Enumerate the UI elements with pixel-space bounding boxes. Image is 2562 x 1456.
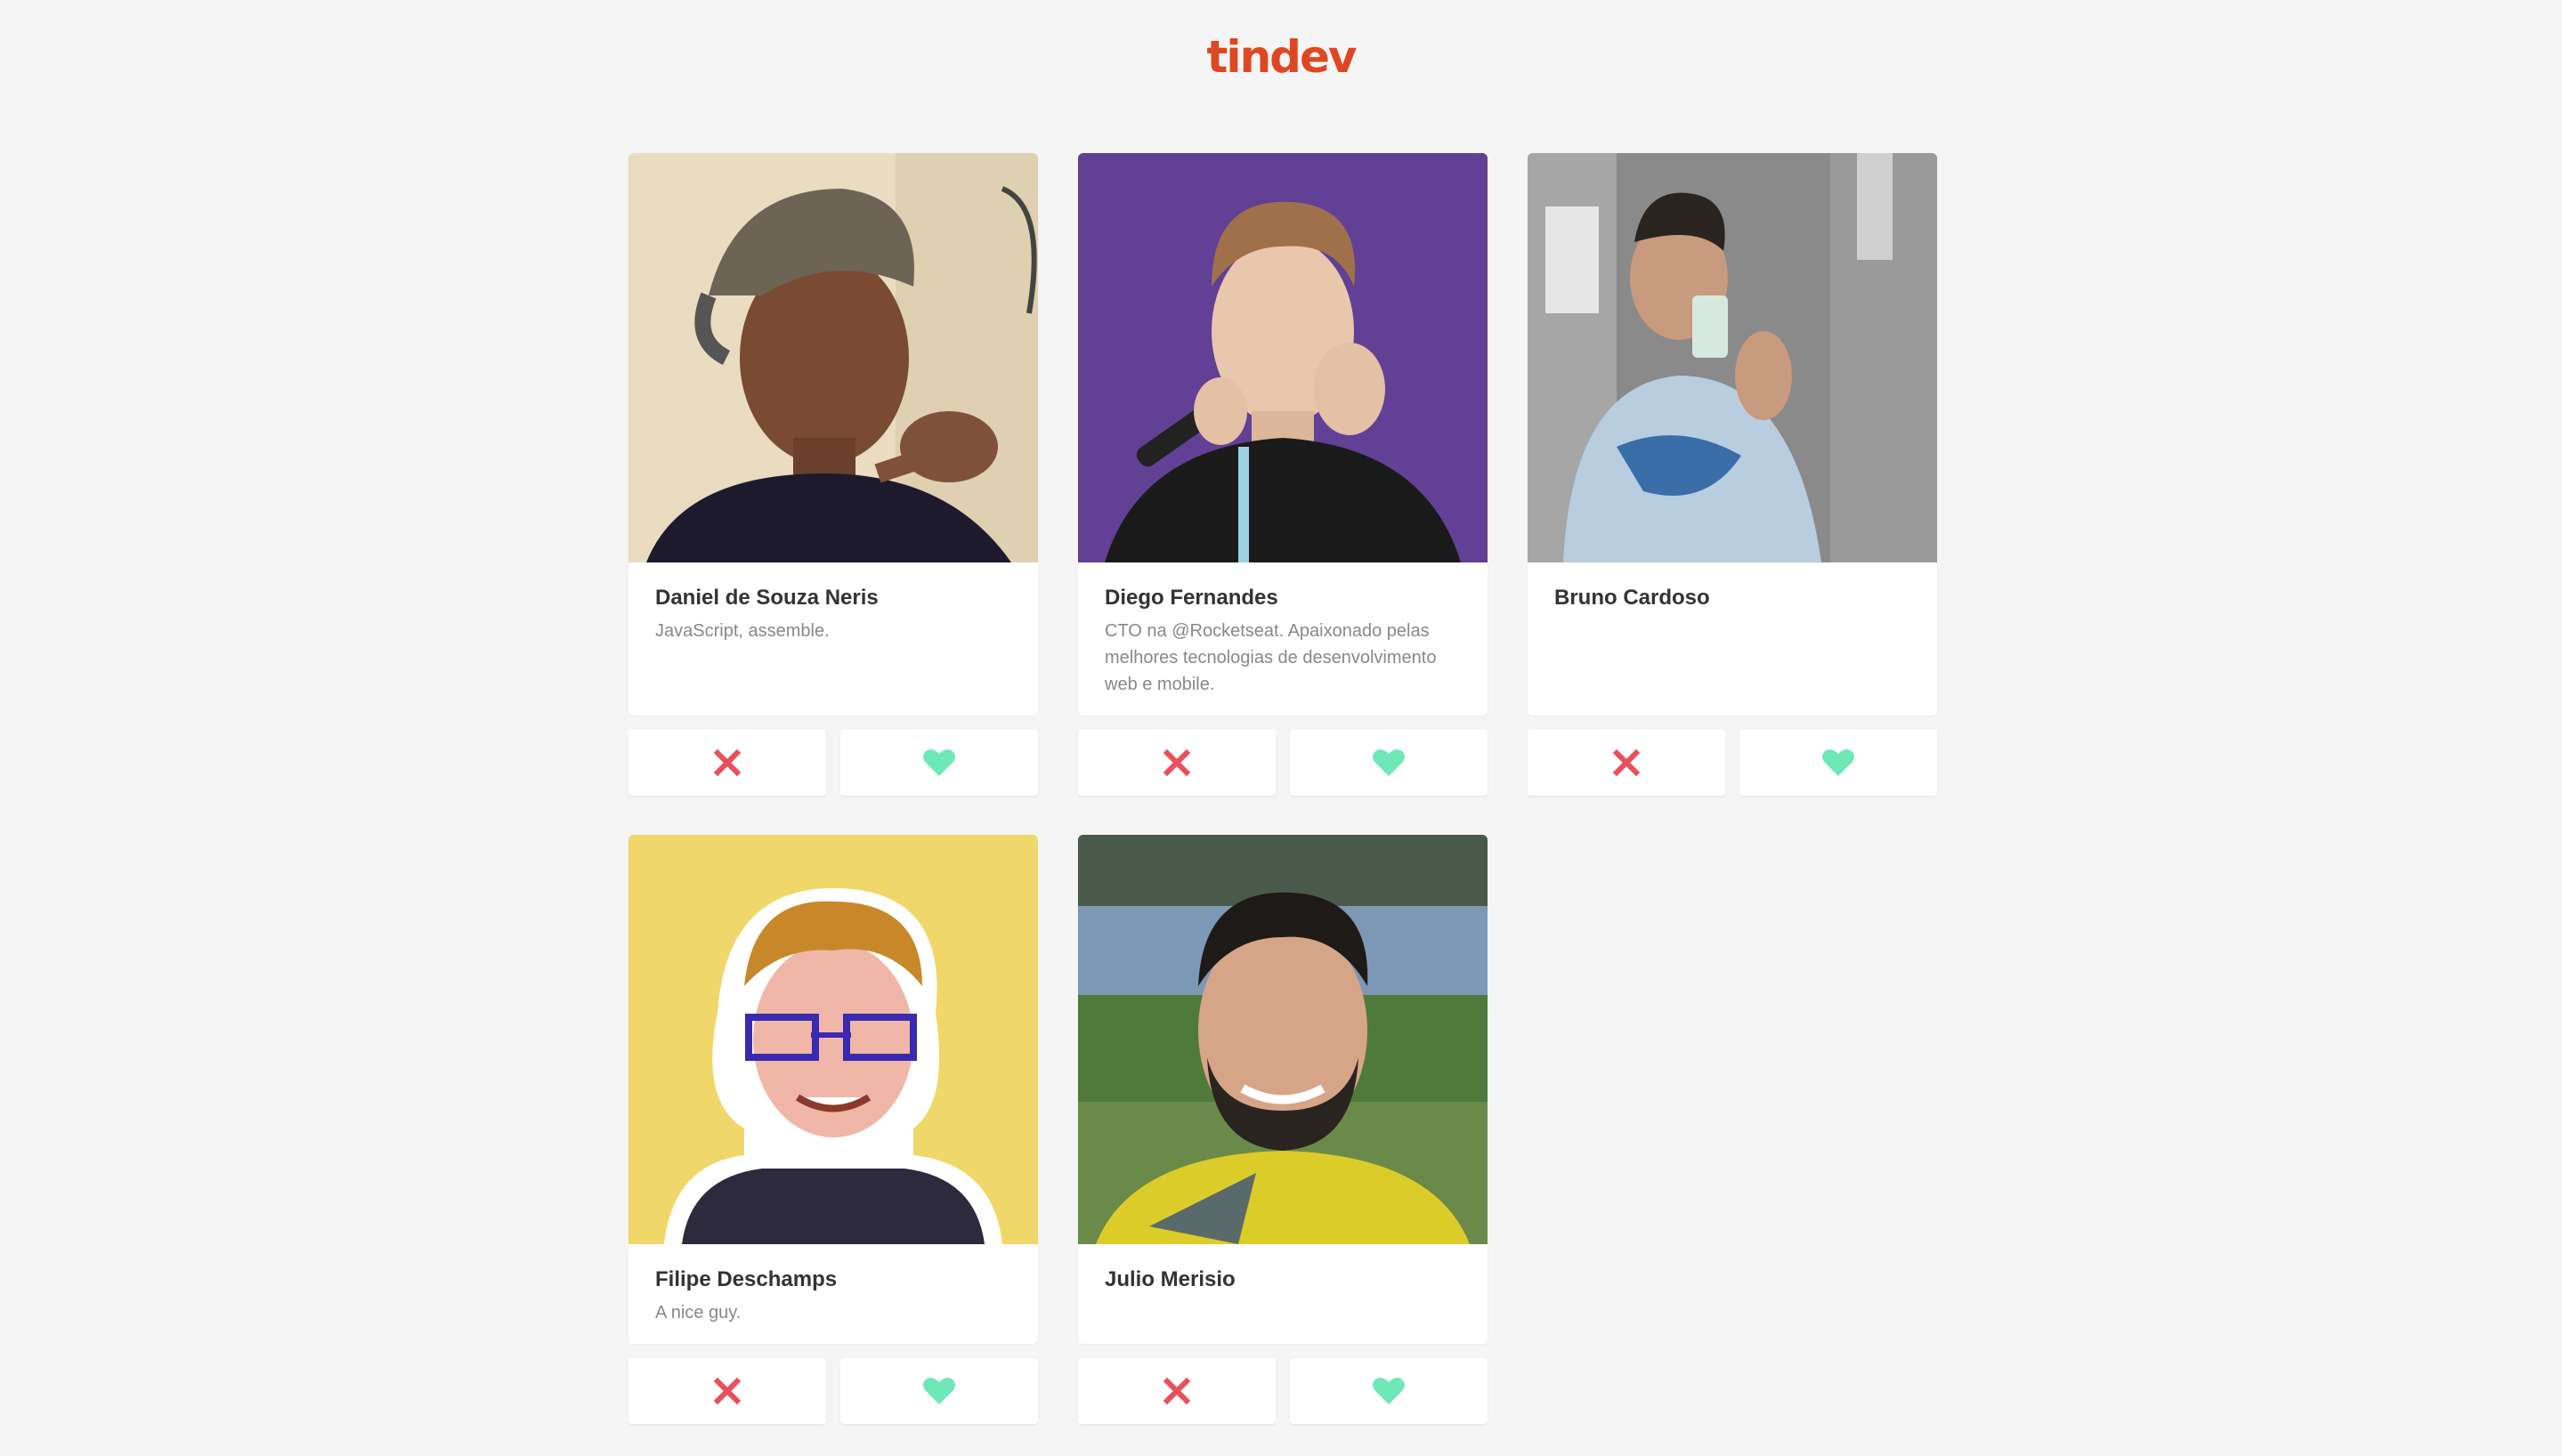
avatar [1528, 153, 1937, 562]
avatar-image [1078, 153, 1488, 562]
avatar [628, 153, 1038, 562]
logo-text: tindev [1206, 31, 1358, 83]
avatar-image [1528, 153, 1937, 562]
dev-actions [628, 730, 1038, 796]
heart-icon [1373, 749, 1405, 776]
avatar-image [1078, 835, 1488, 1244]
dev-card-info: Filipe Deschamps A nice guy. [628, 835, 1038, 1344]
dislike-button[interactable] [1528, 730, 1725, 796]
dislike-button[interactable] [628, 1358, 826, 1424]
dev-name: Filipe Deschamps [655, 1267, 838, 1291]
close-icon [1163, 1378, 1190, 1404]
dev-card: Diego Fernandes CTO na @Rocketseat. Apai… [1078, 153, 1488, 796]
dev-card: Julio Merisio [1078, 835, 1488, 1424]
dev-card-info: Julio Merisio [1078, 835, 1488, 1344]
dev-bio: JavaScript, assemble. [655, 621, 830, 641]
close-icon [1613, 749, 1640, 776]
dev-card: Filipe Deschamps A nice guy. [628, 835, 1038, 1424]
dev-bio: A nice guy. [655, 1303, 742, 1323]
app-logo: tindev [1207, 30, 1358, 84]
dev-name: Daniel de Souza Neris [655, 586, 879, 610]
dev-actions [1078, 1358, 1488, 1424]
avatar [1078, 835, 1488, 1244]
dev-card-footer: Filipe Deschamps A nice guy. [628, 1244, 1038, 1344]
dev-actions [1528, 730, 1937, 796]
dislike-button[interactable] [1078, 1358, 1276, 1424]
dev-card-info: Diego Fernandes CTO na @Rocketseat. Apai… [1078, 153, 1488, 716]
dev-card-footer: Diego Fernandes CTO na @Rocketseat. Apai… [1078, 562, 1488, 716]
dev-card-info: Daniel de Souza Neris JavaScript, assemb… [628, 153, 1038, 716]
like-button[interactable] [840, 1358, 1038, 1424]
dev-card-footer: Daniel de Souza Neris JavaScript, assemb… [628, 562, 1038, 716]
like-button[interactable] [840, 730, 1038, 796]
dev-name: Julio Merisio [1105, 1267, 1236, 1291]
dev-list: Daniel de Souza Neris JavaScript, assemb… [628, 153, 1937, 1424]
dev-card-footer: Bruno Cardoso [1528, 562, 1937, 716]
like-button[interactable] [1290, 1358, 1488, 1424]
dev-card-info: Bruno Cardoso [1528, 153, 1937, 716]
heart-icon [1373, 1378, 1405, 1404]
dev-actions [1078, 730, 1488, 796]
like-button[interactable] [1739, 730, 1937, 796]
dev-name: Bruno Cardoso [1554, 586, 1710, 610]
dev-name: Diego Fernandes [1105, 586, 1278, 610]
close-icon [714, 749, 741, 776]
close-icon [714, 1378, 741, 1404]
heart-icon [923, 1378, 955, 1404]
heart-icon [1822, 749, 1854, 776]
avatar [1078, 153, 1488, 562]
close-icon [1163, 749, 1190, 776]
dev-card: Bruno Cardoso [1528, 153, 1937, 796]
dislike-button[interactable] [628, 730, 826, 796]
dislike-button[interactable] [1078, 730, 1276, 796]
avatar-image [628, 835, 1038, 1244]
dev-card-footer: Julio Merisio [1078, 1244, 1488, 1344]
heart-icon [923, 749, 955, 776]
dev-bio: CTO na @Rocketseat. Apaixonado pelas mel… [1105, 621, 1437, 694]
avatar [628, 835, 1038, 1244]
dev-card: Daniel de Souza Neris JavaScript, assemb… [628, 153, 1038, 796]
dev-actions [628, 1358, 1038, 1424]
like-button[interactable] [1290, 730, 1488, 796]
avatar-image [628, 153, 1038, 562]
